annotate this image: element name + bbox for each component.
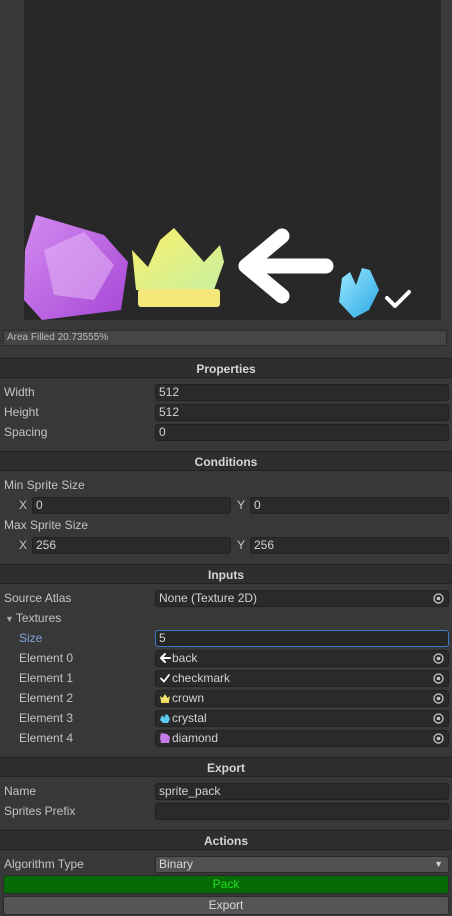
element-value: crown xyxy=(172,691,205,705)
sprites-prefix-field[interactable] xyxy=(155,803,449,820)
export-header: Export xyxy=(0,757,452,777)
element-value: checkmark xyxy=(172,671,231,685)
min-y-label: Y xyxy=(237,498,246,512)
object-picker-icon[interactable] xyxy=(432,592,445,605)
crystal-icon xyxy=(160,714,170,723)
element-object-field[interactable]: diamond xyxy=(155,730,449,747)
element-label: Element 1 xyxy=(19,671,74,685)
object-picker-icon[interactable] xyxy=(432,732,445,745)
element-row: Element 4 diamond xyxy=(0,728,452,748)
sprites-prefix-row: Sprites Prefix xyxy=(0,801,452,821)
element-value: diamond xyxy=(172,731,219,745)
diamond-icon xyxy=(160,733,170,743)
arrow-left-icon xyxy=(160,653,171,663)
algorithm-type-value: Binary xyxy=(159,857,194,871)
textures-label: Textures xyxy=(15,611,62,625)
algorithm-type-dropdown[interactable]: Binary ▼ xyxy=(155,856,449,873)
source-atlas-row: Source Atlas None (Texture 2D) xyxy=(0,588,452,608)
pack-button[interactable]: Pack xyxy=(3,875,449,894)
element-row: Element 3 crystal xyxy=(0,708,452,728)
name-field[interactable]: sprite_pack xyxy=(155,783,449,800)
object-picker-icon[interactable] xyxy=(432,672,445,685)
spacing-field[interactable]: 0 xyxy=(155,424,449,441)
algorithm-type-row: Algorithm Type Binary ▼ xyxy=(0,854,452,874)
textures-foldout-row[interactable]: ▼ Textures xyxy=(0,608,452,628)
sprite-preview-canvas xyxy=(24,0,441,320)
foldout-triangle-icon[interactable]: ▼ xyxy=(5,609,14,629)
width-row: Width 512 xyxy=(0,382,452,402)
area-filled-bar: Area Filled 20.73555% xyxy=(3,330,447,346)
element-row: Element 0 back xyxy=(0,648,452,668)
inputs-header: Inputs xyxy=(0,564,452,584)
element-row: Element 1 checkmark xyxy=(0,668,452,688)
min-sprite-size-label: Min Sprite Size xyxy=(4,478,85,492)
element-value: crystal xyxy=(172,711,207,725)
dropdown-arrow-icon: ▼ xyxy=(434,859,443,869)
element-label: Element 0 xyxy=(19,651,74,665)
min-x-field[interactable]: 0 xyxy=(32,497,231,514)
height-label: Height xyxy=(4,405,39,419)
width-label: Width xyxy=(4,385,35,399)
element-object-field[interactable]: checkmark xyxy=(155,670,449,687)
element-label: Element 3 xyxy=(19,711,74,725)
sprites-prefix-label: Sprites Prefix xyxy=(4,804,76,818)
crystal-sprite xyxy=(339,268,379,318)
min-x-label: X xyxy=(19,498,28,512)
source-atlas-value: None (Texture 2D) xyxy=(159,591,258,605)
min-y-field[interactable]: 0 xyxy=(250,497,449,514)
size-label: Size xyxy=(19,631,43,645)
max-sprite-size-row: Max Sprite Size xyxy=(0,515,452,535)
preview-sprites xyxy=(24,215,411,320)
source-atlas-label: Source Atlas xyxy=(4,591,72,605)
object-picker-icon[interactable] xyxy=(432,692,445,705)
max-sprite-size-xy-row: X 256 Y 256 xyxy=(0,535,452,555)
algorithm-type-label: Algorithm Type xyxy=(4,857,84,871)
element-value: back xyxy=(172,651,198,665)
max-y-field[interactable]: 256 xyxy=(250,537,449,554)
textures-size-row: Size 5 xyxy=(0,628,452,648)
max-sprite-size-label: Max Sprite Size xyxy=(4,518,89,532)
max-x-label: X xyxy=(19,538,28,552)
spacing-label: Spacing xyxy=(4,425,48,439)
height-field[interactable]: 512 xyxy=(155,404,449,421)
name-label: Name xyxy=(4,784,37,798)
min-sprite-size-xy-row: X 0 Y 0 xyxy=(0,495,452,515)
source-atlas-field[interactable]: None (Texture 2D) xyxy=(155,590,449,607)
back-sprite xyxy=(238,228,334,304)
object-picker-icon[interactable] xyxy=(432,652,445,665)
sprite-preview-area xyxy=(0,0,452,326)
diamond-sprite xyxy=(24,215,128,320)
crown-sprite xyxy=(132,228,224,307)
crown-icon xyxy=(160,694,170,703)
height-row: Height 512 xyxy=(0,402,452,422)
properties-header: Properties xyxy=(0,358,452,378)
export-button[interactable]: Export xyxy=(3,896,449,915)
element-row: Element 2 crown xyxy=(0,688,452,708)
spacing-row: Spacing 0 xyxy=(0,422,452,442)
min-sprite-size-row: Min Sprite Size xyxy=(0,475,452,495)
name-row: Name sprite_pack xyxy=(0,781,452,801)
element-label: Element 4 xyxy=(19,731,74,745)
max-x-field[interactable]: 256 xyxy=(32,537,231,554)
conditions-header: Conditions xyxy=(0,451,452,471)
size-field[interactable]: 5 xyxy=(155,630,449,647)
textures-foldout: ▼ Textures xyxy=(5,608,61,629)
checkmark-icon xyxy=(160,674,170,683)
checkmark-sprite xyxy=(385,290,411,308)
element-object-field[interactable]: crown xyxy=(155,690,449,707)
object-picker-icon[interactable] xyxy=(432,712,445,725)
element-object-field[interactable]: crystal xyxy=(155,710,449,727)
element-label: Element 2 xyxy=(19,691,74,705)
width-field[interactable]: 512 xyxy=(155,384,449,401)
element-object-field[interactable]: back xyxy=(155,650,449,667)
actions-header: Actions xyxy=(0,830,452,850)
max-y-label: Y xyxy=(237,538,246,552)
